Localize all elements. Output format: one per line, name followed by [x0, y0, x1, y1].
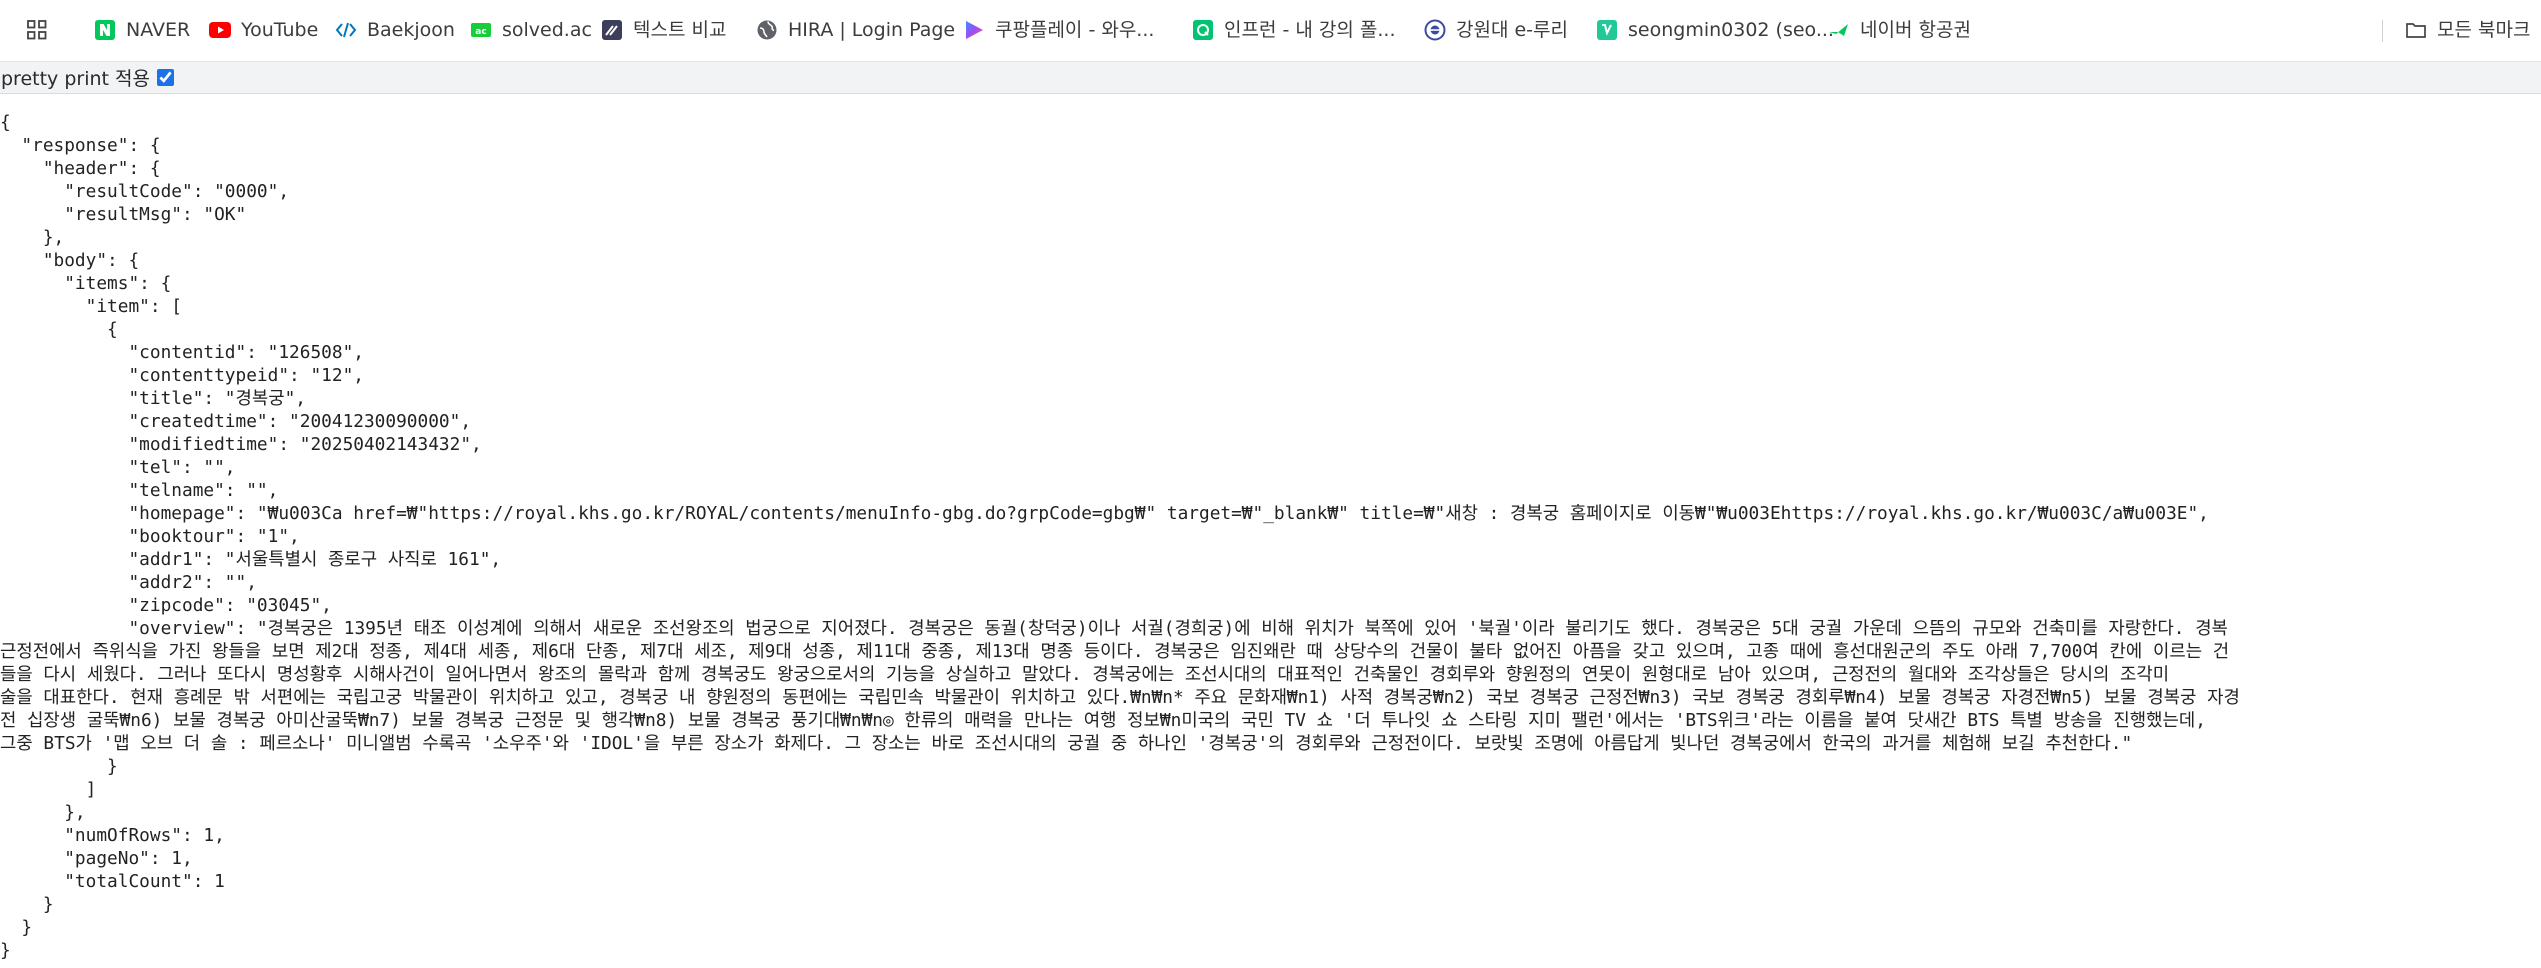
json-line: },	[0, 227, 65, 248]
bookmark-youtube[interactable]: YouTube	[209, 12, 318, 48]
json-line: }	[0, 756, 118, 777]
velog-icon	[1596, 19, 1618, 41]
json-line: "contenttypeid": "12",	[0, 365, 364, 386]
bookmark-label: 네이버 항공권	[1860, 19, 1971, 41]
bookmark-coupangplay[interactable]: 쿠팡플레이 - 와우...	[963, 12, 1154, 48]
bookmark-label: Baekjoon	[367, 19, 455, 41]
json-line: 그중 BTS가 '맵 오브 더 솔 : 페르소나' 미니앨범 수록곡 '소우주'…	[0, 733, 2133, 754]
json-line: "item": [	[0, 296, 182, 317]
bookmark-kangwon[interactable]: 강원대 e-루리	[1424, 12, 1568, 48]
bookmark-label: HIRA | Login Page	[788, 19, 956, 41]
all-bookmarks-button[interactable]: 모든 북마크	[2405, 12, 2530, 48]
text-compare-icon	[601, 19, 623, 41]
json-line: "homepage": "₩u003Ca href=₩"https://roya…	[0, 503, 2209, 524]
json-line: "addr1": "서울특별시 종로구 사직로 161",	[0, 549, 502, 570]
json-line: 근정전에서 즉위식을 가진 왕들을 보면 제2대 정종, 제4대 세종, 제6대…	[0, 641, 2230, 662]
kangwon-icon	[1424, 19, 1446, 41]
pretty-print-bar: pretty print 적용	[0, 62, 2541, 94]
json-content: { "response": { "header": { "resultCode"…	[0, 111, 2541, 962]
json-line: {	[0, 319, 118, 340]
bookmark-hira[interactable]: HIRA | Login Page	[756, 12, 955, 48]
bookmark-label: 텍스트 비교	[633, 19, 727, 41]
bookmark-label: seongmin0302 (seo...	[1628, 19, 1834, 41]
json-line: }	[0, 917, 33, 938]
json-line: "addr2": "",	[0, 572, 257, 593]
json-line: "tel": "",	[0, 457, 236, 478]
json-line: "title": "경복궁",	[0, 388, 307, 409]
solvedac-icon: ac	[470, 19, 492, 41]
globe-icon	[756, 19, 778, 41]
folder-icon	[2405, 19, 2427, 41]
json-line: 전 십장생 굴뚝₩n6) 보물 경복궁 아미산굴뚝₩n7) 보물 경복궁 근정문…	[0, 710, 2206, 731]
json-line: "response": {	[0, 135, 161, 156]
bookmark-label: 모든 북마크	[2437, 19, 2531, 41]
json-line: "resultCode": "0000",	[0, 181, 290, 202]
json-line: "createdtime": "20041230090000",	[0, 411, 472, 432]
bookmarks-divider	[2382, 20, 2383, 42]
json-line: 술을 대표한다. 현재 흥례문 밖 서편에는 국립고궁 박물관이 위치하고 있고…	[0, 687, 2240, 708]
bookmark-inflearn[interactable]: 인프런 - 내 강의 폴...	[1192, 12, 1396, 48]
json-line: "items": {	[0, 273, 172, 294]
bookmark-label: YouTube	[241, 19, 319, 41]
inflearn-icon	[1192, 19, 1214, 41]
json-line: 들을 다시 세웠다. 그러나 또다시 명성황후 시해사건이 일어나면서 왕조의 …	[0, 664, 2170, 685]
json-line: "header": {	[0, 158, 161, 179]
bookmark-label: 쿠팡플레이 - 와우...	[995, 19, 1155, 41]
baekjoon-icon	[335, 19, 357, 41]
json-line: "contentid": "126508",	[0, 342, 364, 363]
pretty-print-checkbox[interactable]	[156, 69, 174, 86]
json-line: },	[0, 802, 86, 823]
bookmark-label: NAVER	[126, 19, 191, 41]
pretty-print-label: pretty print 적용	[1, 68, 150, 90]
json-line: }	[0, 894, 54, 915]
bookmark-naver[interactable]: NAVER	[94, 12, 190, 48]
json-line: "telname": "",	[0, 480, 279, 501]
json-line: }	[0, 940, 11, 961]
apps-button[interactable]	[26, 12, 48, 48]
json-line: "overview": "경복궁은 1395년 태조 이성계에 의해서 새로운 …	[0, 618, 2228, 639]
json-line: "numOfRows": 1,	[0, 825, 225, 846]
flight-icon	[1828, 19, 1850, 41]
naver-icon	[94, 19, 116, 41]
json-line: {	[0, 112, 11, 133]
svg-text:ac: ac	[475, 27, 486, 37]
json-line: "zipcode": "03045",	[0, 595, 332, 616]
bookmark-label: 강원대 e-루리	[1456, 19, 1568, 41]
bookmark-text-compare[interactable]: 텍스트 비교	[601, 12, 726, 48]
bookmark-naver-flight[interactable]: 네이버 항공권	[1828, 12, 1971, 48]
bookmarks-bar: NAVER YouTube Baekjoon ac solved.ac 텍스트 …	[0, 0, 2541, 62]
apps-grid-icon	[26, 19, 48, 41]
json-line: "totalCount": 1	[0, 871, 225, 892]
bookmark-solvedac[interactable]: ac solved.ac	[470, 12, 592, 48]
bookmark-label: solved.ac	[502, 19, 592, 41]
json-line: "body": {	[0, 250, 140, 271]
json-line: "booktour": "1",	[0, 526, 300, 547]
json-line: "pageNo": 1,	[0, 848, 193, 869]
bookmark-baekjoon[interactable]: Baekjoon	[335, 12, 455, 48]
bookmark-label: 인프런 - 내 강의 폴...	[1224, 19, 1396, 41]
bookmark-velog[interactable]: seongmin0302 (seo...	[1596, 12, 1834, 48]
youtube-icon	[209, 19, 231, 41]
json-line: "resultMsg": "OK"	[0, 204, 247, 225]
json-line: ]	[0, 779, 97, 800]
json-line: "modifiedtime": "20250402143432",	[0, 434, 482, 455]
play-icon	[963, 19, 985, 41]
